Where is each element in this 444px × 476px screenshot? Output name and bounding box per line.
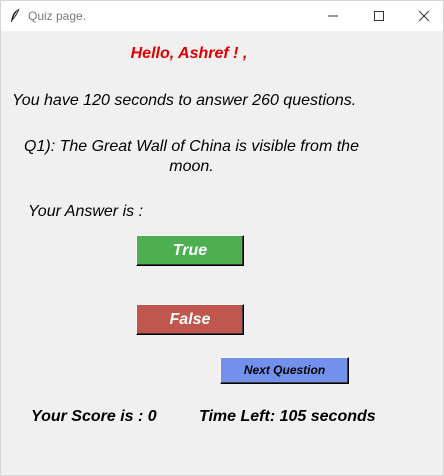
true-button[interactable]: True bbox=[136, 235, 244, 266]
question-label: Q1): The Great Wall of China is visible … bbox=[1, 137, 382, 177]
answer-label: Your Answer is : bbox=[28, 203, 144, 220]
quiz-window: Quiz page. Hello, Ashref ! , You have 12… bbox=[0, 0, 444, 476]
false-button[interactable]: False bbox=[136, 304, 244, 335]
minimize-icon bbox=[328, 15, 338, 17]
question-line-1: Q1): The Great Wall of China is visible … bbox=[24, 138, 359, 155]
instructions-label: You have 120 seconds to answer 260 quest… bbox=[12, 92, 357, 109]
greeting-label: Hello, Ashref ! , bbox=[130, 45, 248, 62]
score-label: Your Score is : 0 bbox=[31, 408, 157, 425]
maximize-icon bbox=[374, 11, 384, 21]
next-question-button[interactable]: Next Question bbox=[220, 357, 349, 384]
maximize-button[interactable] bbox=[357, 1, 401, 31]
minimize-button[interactable] bbox=[311, 1, 355, 31]
question-line-2: moon. bbox=[169, 158, 214, 175]
timer-label: Time Left: 105 seconds bbox=[199, 408, 376, 425]
quiz-content: Hello, Ashref ! , You have 120 seconds t… bbox=[1, 31, 443, 475]
feather-icon bbox=[9, 8, 21, 24]
window-title: Quiz page. bbox=[28, 9, 87, 23]
title-bar[interactable]: Quiz page. bbox=[1, 1, 443, 31]
close-button[interactable] bbox=[402, 1, 444, 31]
close-icon bbox=[418, 10, 430, 22]
